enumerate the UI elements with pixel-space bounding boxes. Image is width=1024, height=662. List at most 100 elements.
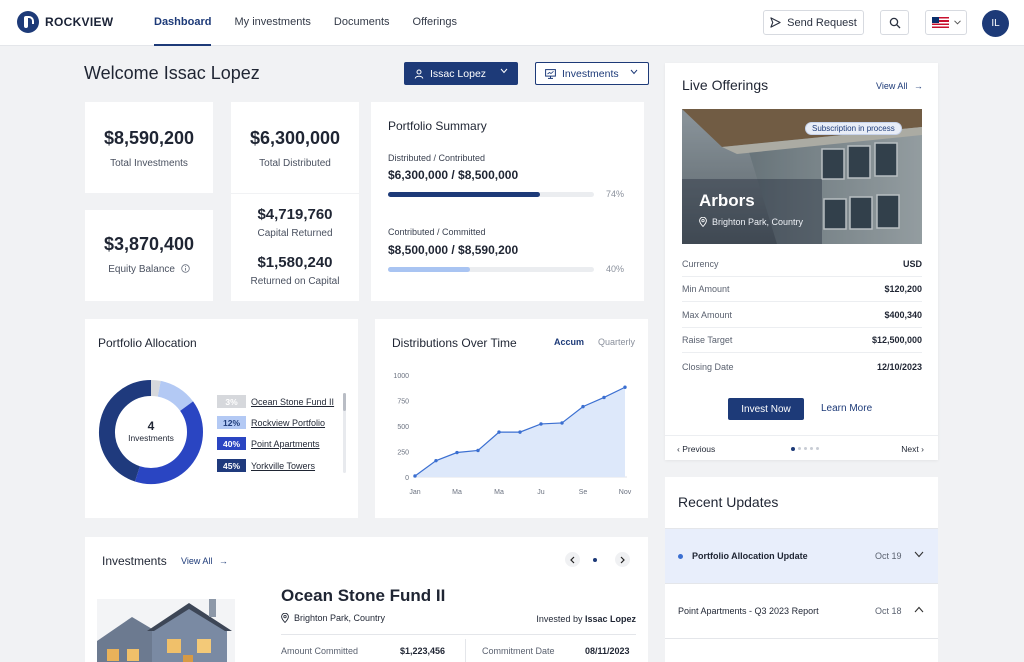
allocation-legend-item[interactable]: 3% Ocean Stone Fund II bbox=[217, 395, 334, 408]
x-tick-label: Jan bbox=[409, 489, 420, 496]
legend-percent-badge: 40% bbox=[217, 437, 246, 450]
user-avatar[interactable]: IL bbox=[982, 10, 1009, 37]
brand-logo[interactable]: ROCKVIEW bbox=[17, 11, 113, 33]
carousel-dots bbox=[791, 446, 822, 451]
offering-name: Arbors bbox=[699, 191, 755, 210]
donut-center-count: 4 bbox=[147, 419, 155, 433]
data-point[interactable] bbox=[623, 385, 627, 389]
learn-more-link[interactable]: Learn More bbox=[821, 403, 872, 414]
data-point[interactable] bbox=[497, 430, 501, 434]
update-date: Oct 19 bbox=[875, 551, 902, 561]
data-point[interactable] bbox=[476, 448, 480, 453]
total-investments-card: $8,590,200 Total Investments bbox=[85, 102, 213, 193]
monitor-icon bbox=[545, 68, 556, 79]
info-icon[interactable] bbox=[181, 264, 190, 273]
legend-percent-badge: 45% bbox=[217, 459, 246, 472]
total-investments-label: Total Investments bbox=[110, 158, 188, 169]
allocation-legend-item[interactable]: 12% Rockview Portfolio bbox=[217, 416, 325, 429]
live-offerings-card: Live Offerings View All → Subscription i… bbox=[665, 63, 938, 460]
main-nav: Dashboard My investments Documents Offer… bbox=[154, 0, 480, 46]
nav-my-investments[interactable]: My investments bbox=[234, 0, 310, 46]
chevron-down-icon[interactable] bbox=[914, 551, 924, 558]
legend-fund-link[interactable]: Yorkville Towers bbox=[251, 461, 315, 471]
search-button[interactable] bbox=[880, 10, 909, 35]
portfolio-allocation-title: Portfolio Allocation bbox=[98, 336, 197, 350]
send-request-label: Send Request bbox=[787, 16, 857, 29]
data-point[interactable] bbox=[560, 421, 564, 425]
legend-fund-link[interactable]: Rockview Portfolio bbox=[251, 418, 325, 428]
nav-offerings[interactable]: Offerings bbox=[413, 0, 457, 46]
detail-label: Min Amount bbox=[682, 284, 730, 294]
legend-fund-link[interactable]: Ocean Stone Fund II bbox=[251, 397, 334, 407]
carousel-dot[interactable] bbox=[798, 447, 801, 450]
user-icon bbox=[414, 69, 424, 79]
data-point[interactable] bbox=[602, 395, 606, 400]
investments-dropdown[interactable]: Investments bbox=[535, 62, 649, 85]
chevron-left-icon bbox=[570, 556, 575, 563]
carousel-dot[interactable] bbox=[816, 447, 819, 450]
carousel-dot-active[interactable] bbox=[791, 446, 795, 451]
location-pin-icon bbox=[699, 217, 707, 227]
data-point[interactable] bbox=[413, 474, 417, 478]
fund-name[interactable]: Ocean Stone Fund II bbox=[281, 586, 445, 606]
user-dropdown[interactable]: Issac Lopez bbox=[404, 62, 518, 85]
equity-balance-label: Equity Balance bbox=[108, 264, 175, 275]
invest-now-button[interactable]: Invest Now bbox=[728, 398, 804, 420]
allocation-legend-item[interactable]: 45% Yorkville Towers bbox=[217, 459, 315, 472]
equity-balance-label-row: Equity Balance bbox=[85, 264, 213, 275]
distributed-percent: 74% bbox=[606, 189, 625, 199]
allocation-legend-item[interactable]: 40% Point Apartments bbox=[217, 437, 320, 450]
carousel-next-button[interactable] bbox=[615, 552, 630, 567]
update-item[interactable]: Portfolio Allocation Update Oct 19 bbox=[665, 528, 938, 583]
chevron-right-icon: › bbox=[921, 444, 924, 454]
data-point[interactable] bbox=[434, 458, 438, 463]
language-selector[interactable] bbox=[925, 10, 967, 35]
live-offerings-title: Live Offerings bbox=[682, 77, 769, 93]
data-point[interactable] bbox=[581, 404, 585, 409]
carousel-dot[interactable] bbox=[810, 447, 813, 450]
data-point[interactable] bbox=[455, 450, 459, 455]
send-request-button[interactable]: Send Request bbox=[763, 10, 864, 35]
carousel-prev-button[interactable] bbox=[565, 552, 580, 567]
update-item[interactable]: Point Apartments - Q3 2023 Report Oct 18 bbox=[665, 583, 938, 638]
total-distributed-card: $6,300,000 Total Distributed bbox=[231, 102, 359, 193]
y-tick-label: 1000 bbox=[393, 373, 409, 380]
data-point[interactable] bbox=[539, 422, 543, 426]
offering-location: Brighton Park, Country bbox=[699, 217, 803, 227]
search-icon bbox=[889, 17, 900, 28]
offering-detail-row: Currency USD bbox=[682, 252, 922, 277]
carousel-dot-active[interactable] bbox=[593, 558, 597, 562]
nav-dashboard[interactable]: Dashboard bbox=[154, 0, 212, 46]
live-offerings-view-all-link[interactable]: View All → bbox=[876, 81, 923, 91]
detail-value: $400,340 bbox=[884, 310, 922, 320]
total-distributed-label: Total Distributed bbox=[259, 158, 331, 169]
investment-image[interactable] bbox=[97, 599, 235, 662]
offering-carousel-nav: ‹ Previous Next › bbox=[665, 435, 938, 460]
detail-label: Max Amount bbox=[682, 310, 733, 320]
donut-slice[interactable] bbox=[157, 380, 194, 412]
investments-view-all-link[interactable]: View All → bbox=[181, 556, 228, 566]
legend-fund-link[interactable]: Point Apartments bbox=[251, 439, 320, 449]
x-tick-label: Nov bbox=[619, 489, 632, 496]
nav-documents[interactable]: Documents bbox=[334, 0, 390, 46]
invested-by: Invested by Issac Lopez bbox=[536, 614, 636, 624]
contributed-progress-fill bbox=[388, 267, 471, 272]
investments-card: Investments View All → Ocean Stone Fund … bbox=[85, 537, 648, 662]
carousel-dot[interactable] bbox=[804, 447, 807, 450]
view-all-label: View All bbox=[876, 81, 908, 91]
location-pin-icon bbox=[281, 613, 289, 623]
detail-label: Closing Date bbox=[682, 361, 734, 372]
top-navigation: ROCKVIEW Dashboard My investments Docume… bbox=[0, 0, 1024, 46]
offering-detail-row: Closing Date 12/10/2023 bbox=[682, 354, 922, 379]
offering-image[interactable]: Subscription in process Arbors Brighton … bbox=[682, 109, 922, 244]
fund-location-text: Brighton Park, Country bbox=[294, 613, 386, 623]
chevron-left-icon: ‹ bbox=[677, 444, 680, 454]
donut-slice[interactable] bbox=[150, 380, 161, 397]
previous-button[interactable]: ‹ Previous bbox=[677, 444, 715, 454]
offering-detail-row: Raise Target $12,500,000 bbox=[682, 328, 922, 353]
next-button[interactable]: Next › bbox=[901, 444, 924, 454]
detail-value: 12/10/2023 bbox=[876, 361, 922, 372]
chevron-up-icon[interactable] bbox=[914, 606, 924, 613]
data-point[interactable] bbox=[518, 430, 522, 434]
legend-scrollbar[interactable] bbox=[343, 393, 346, 473]
